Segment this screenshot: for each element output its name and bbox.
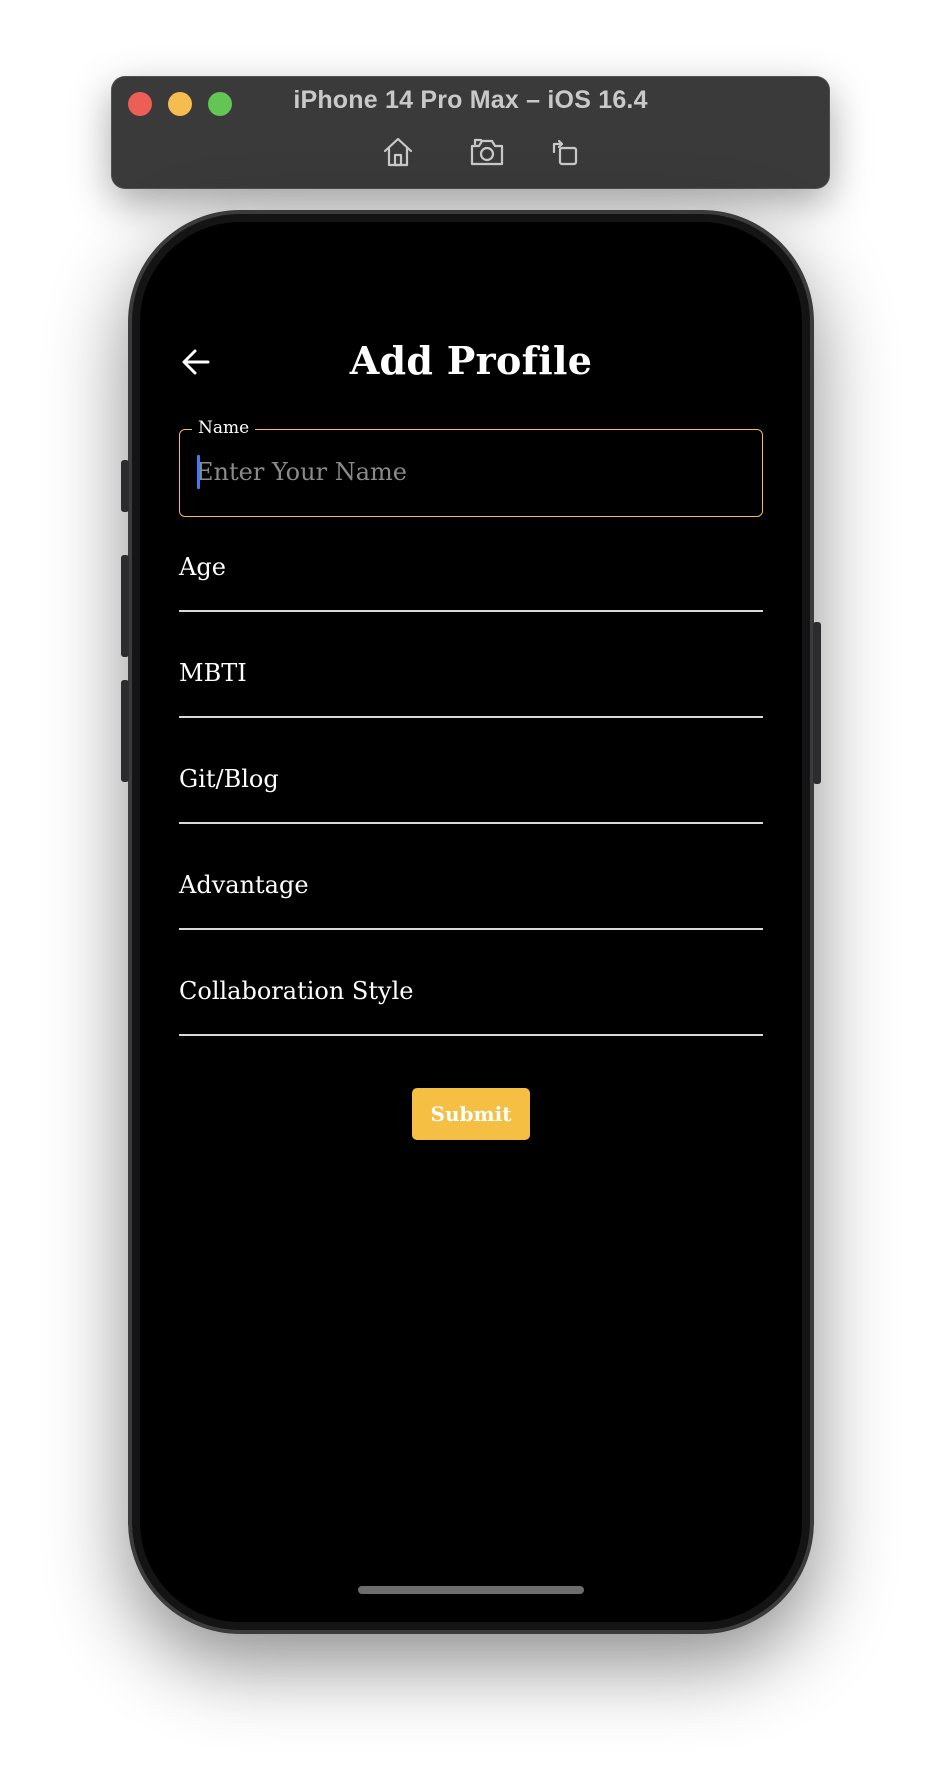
- advantage-field[interactable]: Advantage: [179, 870, 763, 930]
- screenshot-icon[interactable]: [467, 134, 507, 170]
- app-screen: Add Profile Name Age MBTI Git/Blog Advan…: [140, 222, 802, 1622]
- mbti-field[interactable]: MBTI: [179, 658, 763, 718]
- collaboration-style-field-label: Collaboration Style: [179, 977, 414, 1005]
- submit-button[interactable]: Submit: [412, 1088, 530, 1140]
- text-caret: [197, 455, 200, 489]
- name-input[interactable]: [196, 452, 736, 492]
- name-field-label: Name: [192, 418, 256, 438]
- collaboration-style-field[interactable]: Collaboration Style: [179, 976, 763, 1036]
- page-title: Add Profile: [349, 338, 593, 383]
- simulator-title: iPhone 14 Pro Max – iOS 16.4: [293, 86, 648, 114]
- age-field[interactable]: Age: [179, 552, 763, 612]
- age-field-label: Age: [179, 553, 226, 581]
- rotate-icon[interactable]: [545, 134, 585, 170]
- advantage-field-label: Advantage: [179, 871, 309, 899]
- home-indicator: [358, 1586, 584, 1594]
- power-button: [813, 622, 821, 784]
- name-field[interactable]: Name: [179, 418, 763, 517]
- git-blog-field[interactable]: Git/Blog: [179, 764, 763, 824]
- git-blog-field-label: Git/Blog: [179, 765, 279, 793]
- volume-down-button: [121, 680, 129, 782]
- action-button: [121, 460, 129, 512]
- home-icon[interactable]: [378, 134, 418, 170]
- volume-up-button: [121, 555, 129, 657]
- mbti-field-label: MBTI: [179, 659, 247, 687]
